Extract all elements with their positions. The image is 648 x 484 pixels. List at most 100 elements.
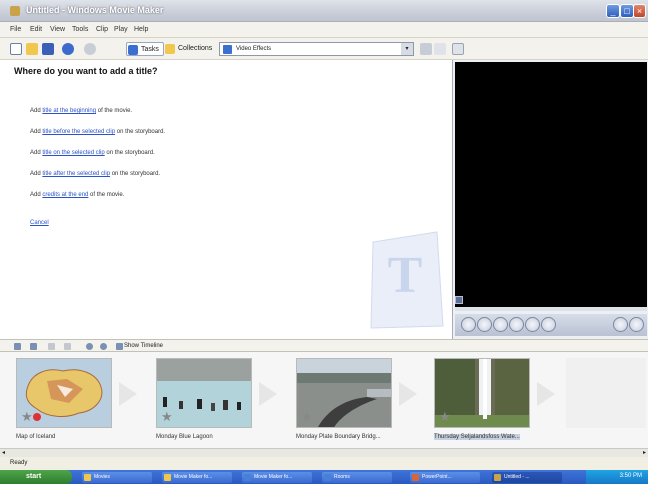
play-storyboard-icon[interactable] — [100, 343, 107, 350]
new-folder-icon[interactable] — [434, 43, 446, 55]
scroll-left-icon[interactable]: ◂ — [2, 449, 5, 456]
snapshot-icon[interactable] — [613, 317, 628, 332]
clip-label: Monday Plate Boundary Bridg... — [296, 434, 381, 440]
seek-bar[interactable] — [455, 307, 647, 311]
title-beginning-link[interactable]: title at the beginning — [42, 108, 96, 114]
dropdown-value: Video Effects — [236, 46, 272, 52]
task-option-after: Add title after the selected clip on the… — [30, 171, 161, 177]
storyboard-scrollbar[interactable]: ◂ ▸ — [0, 448, 648, 457]
clip-thumbnail[interactable]: ★ — [16, 358, 112, 428]
minimize-button[interactable]: _ — [606, 4, 620, 18]
taskbar-item[interactable]: Rooms — [322, 472, 392, 483]
transition-slot[interactable] — [114, 382, 142, 406]
stop-icon[interactable] — [477, 317, 492, 332]
clip-label-selected: Thursday Seljalandsfoss Wate... — [434, 434, 520, 440]
timeline-icon[interactable] — [116, 343, 123, 350]
star-icon: ★ — [161, 409, 173, 424]
title-on-link[interactable]: title on the selected clip — [42, 150, 104, 156]
fullscreen-toggle-icon[interactable] — [629, 317, 644, 332]
empty-clip-slot[interactable] — [566, 358, 646, 428]
monitor-player — [452, 60, 648, 339]
play-icon[interactable] — [461, 317, 476, 332]
tasks-button[interactable]: Tasks — [126, 42, 164, 56]
taskbar: start Movies Movie Maker fo... Movie Mak… — [0, 470, 648, 484]
menu-view[interactable]: View — [50, 26, 65, 33]
scroll-right-icon[interactable]: ▸ — [643, 449, 646, 456]
movie-maker-icon — [10, 6, 20, 16]
clip-thumbnail[interactable]: ★ — [296, 358, 392, 428]
next-frame-icon[interactable] — [509, 317, 524, 332]
redo-icon[interactable] — [84, 43, 96, 55]
preview-screen — [455, 62, 647, 307]
transition-slot[interactable] — [394, 382, 422, 406]
transition-slot[interactable] — [254, 382, 282, 406]
clip-label: Monday Blue Lagoon — [156, 434, 213, 440]
maximize-button[interactable]: □ — [620, 4, 634, 18]
window-title: Untitled - Windows Movie Maker — [26, 5, 164, 15]
menu-bar: File Edit View Tools Clip Play Help — [0, 22, 648, 38]
menu-play[interactable]: Play — [114, 26, 128, 33]
chevron-down-icon[interactable]: ▾ — [401, 43, 413, 55]
powerpoint-icon — [412, 474, 419, 481]
zoom-in-icon[interactable] — [48, 343, 55, 350]
menu-clip[interactable]: Clip — [96, 26, 108, 33]
menu-file[interactable]: File — [10, 26, 21, 33]
close-button[interactable]: × — [633, 4, 646, 18]
clip-thumbnail[interactable]: ★ — [434, 358, 530, 428]
app-icon — [324, 474, 331, 481]
video-effects-icon — [223, 45, 232, 54]
collections-button[interactable]: Collections — [164, 42, 212, 56]
clock[interactable]: 3:50 PM — [620, 473, 642, 479]
narrate-icon[interactable] — [30, 343, 37, 350]
split-clip-icon[interactable] — [525, 317, 540, 332]
set-audio-levels-icon[interactable] — [14, 343, 21, 350]
title-watermark-icon: T — [370, 231, 444, 329]
taskbar-item[interactable]: Movie Maker fo... — [162, 472, 232, 483]
movie-maker-icon — [494, 474, 501, 481]
system-tray: 3:50 PM — [586, 470, 648, 484]
app-icon — [244, 474, 251, 481]
status-text: Ready — [10, 460, 28, 466]
star-icon: ★ — [301, 409, 313, 424]
menu-edit[interactable]: Edit — [30, 26, 42, 33]
start-button[interactable]: start — [0, 470, 72, 484]
show-timeline-button[interactable]: Show Timeline — [124, 343, 163, 349]
folder-icon — [164, 474, 171, 481]
taskbar-item[interactable]: PowerPoint... — [410, 472, 480, 483]
menu-tools[interactable]: Tools — [72, 26, 88, 33]
taskbar-item[interactable]: Movie Maker fo... — [242, 472, 312, 483]
up-folder-icon[interactable] — [420, 43, 432, 55]
save-project-icon[interactable] — [42, 43, 54, 55]
open-project-icon[interactable] — [26, 43, 38, 55]
previous-frame-icon[interactable] — [493, 317, 508, 332]
task-heading: Where do you want to add a title? — [14, 66, 158, 76]
playback-controls — [455, 314, 647, 336]
credits-end-link[interactable]: credits at the end — [42, 192, 88, 198]
title-bar: Untitled - Windows Movie Maker _ □ × — [0, 0, 648, 22]
views-icon[interactable] — [452, 43, 464, 55]
title-before-link[interactable]: title before the selected clip — [42, 129, 115, 135]
menu-help[interactable]: Help — [134, 26, 148, 33]
zoom-out-icon[interactable] — [64, 343, 71, 350]
transition-slot[interactable] — [532, 382, 560, 406]
cancel-link[interactable]: Cancel — [30, 220, 49, 226]
taskbar-item[interactable]: Movies — [82, 472, 152, 483]
clip-label: Map of Iceland — [16, 434, 56, 440]
status-bar: Ready — [0, 457, 648, 470]
star-icon: ★ — [439, 409, 451, 424]
clip-thumbnail[interactable]: ★ — [156, 358, 252, 428]
task-option-credits: Add credits at the end of the movie. — [30, 192, 125, 198]
new-project-icon[interactable] — [10, 43, 22, 55]
task-pane: Where do you want to add a title? Add ti… — [0, 60, 452, 339]
full-screen-icon[interactable] — [541, 317, 556, 332]
taskbar-item-active[interactable]: Untitled - ... — [492, 472, 562, 483]
rewind-storyboard-icon[interactable] — [86, 343, 93, 350]
task-option-on: Add title on the selected clip on the st… — [30, 150, 155, 156]
seek-thumb[interactable] — [455, 296, 463, 304]
task-option-before: Add title before the selected clip on th… — [30, 129, 166, 135]
folder-icon — [84, 474, 91, 481]
tasks-icon — [128, 45, 138, 55]
title-after-link[interactable]: title after the selected clip — [42, 171, 110, 177]
undo-icon[interactable] — [62, 43, 74, 55]
collections-dropdown[interactable]: Video Effects ▾ — [219, 42, 414, 56]
